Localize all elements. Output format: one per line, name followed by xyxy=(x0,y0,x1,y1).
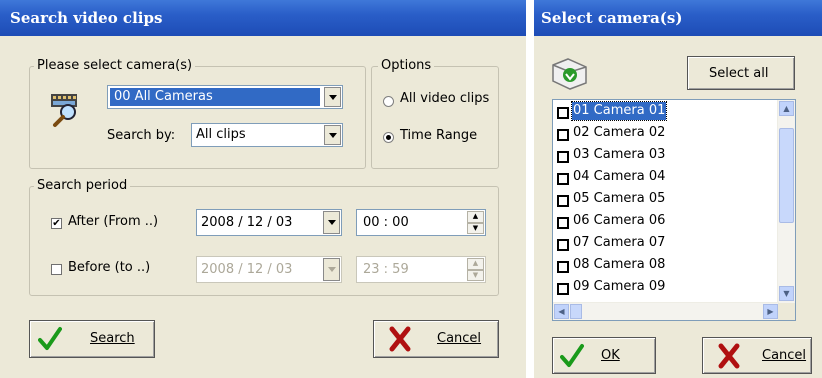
camera-checkbox[interactable] xyxy=(557,107,569,119)
scrollbar-corner xyxy=(778,303,795,320)
after-time-value: 00 : 00 xyxy=(363,215,409,230)
camera-label: 07 Camera 07 xyxy=(573,235,666,250)
camera-refresh-icon xyxy=(550,55,590,91)
cancel-button[interactable]: Cancel xyxy=(373,320,499,358)
camera-label: 09 Camera 09 xyxy=(573,279,666,294)
chevron-down-icon[interactable] xyxy=(323,211,340,234)
before-time-value: 23 : 59 xyxy=(363,262,409,277)
after-time-spinner[interactable]: 00 : 00 ▲ ▼ xyxy=(356,209,486,236)
scroll-left-icon[interactable]: ◀ xyxy=(554,304,569,319)
all-video-clips-label[interactable]: All video clips xyxy=(400,91,489,106)
spin-down-icon[interactable]: ▼ xyxy=(467,222,484,234)
before-date-picker[interactable]: 2008 / 12 / 03 xyxy=(196,256,342,283)
cancel-button-label: Cancel xyxy=(762,348,807,363)
camera-checkbox[interactable] xyxy=(557,173,569,185)
camera-checkbox[interactable] xyxy=(557,239,569,251)
camera-checkbox[interactable] xyxy=(557,195,569,207)
camera-label: 05 Camera 05 xyxy=(573,191,666,206)
before-date-value: 2008 / 12 / 03 xyxy=(201,262,293,277)
title-bar: Search video clips xyxy=(0,0,526,36)
before-label[interactable]: Before (to ..) xyxy=(68,260,150,275)
camera-label: 04 Camera 04 xyxy=(573,169,666,184)
camera-checkbox[interactable] xyxy=(557,261,569,273)
scroll-down-icon[interactable]: ▼ xyxy=(779,286,794,301)
after-date-picker[interactable]: 2008 / 12 / 03 xyxy=(196,209,342,236)
options-group xyxy=(371,66,499,169)
after-checkbox[interactable]: ✔ xyxy=(51,218,62,229)
camera-label: 01 Camera 01 xyxy=(570,101,668,121)
scroll-thumb[interactable] xyxy=(779,128,794,223)
cancel-button-label: Cancel xyxy=(437,331,482,346)
camera-dropdown-value: 00 All Cameras xyxy=(110,88,320,106)
checkmark-icon xyxy=(38,326,62,352)
before-checkbox[interactable] xyxy=(51,264,62,275)
checkmark-icon xyxy=(560,343,584,369)
ok-button[interactable]: OK xyxy=(552,337,656,374)
cancel-x-icon xyxy=(717,343,741,369)
search-video-clips-window: Search video clips Please select camera(… xyxy=(0,0,526,378)
search-by-value: All clips xyxy=(196,127,246,142)
camera-checkbox[interactable] xyxy=(557,129,569,141)
camera-group-legend: Please select camera(s) xyxy=(34,58,196,73)
after-date-value: 2008 / 12 / 03 xyxy=(201,215,293,230)
scroll-right-icon[interactable]: ▶ xyxy=(763,304,778,319)
all-video-clips-radio[interactable] xyxy=(383,96,394,107)
camera-dropdown[interactable]: 00 All Cameras xyxy=(107,85,343,109)
search-by-dropdown[interactable]: All clips xyxy=(191,123,343,147)
spin-up-icon[interactable]: ▲ xyxy=(467,211,484,223)
camera-label: 08 Camera 08 xyxy=(573,257,666,272)
horizontal-scrollbar[interactable]: ◀ ▶ xyxy=(553,302,779,320)
chevron-down-icon[interactable] xyxy=(323,258,340,281)
cancel-button[interactable]: Cancel xyxy=(702,337,812,374)
scroll-up-icon[interactable]: ▲ xyxy=(779,101,794,116)
spin-up-icon[interactable]: ▲ xyxy=(467,258,484,270)
scroll-thumb-horizontal[interactable] xyxy=(570,304,582,319)
select-cameras-window: Select camera(s) Select all 01 Camera 01… xyxy=(534,0,822,378)
camera-label: 06 Camera 06 xyxy=(573,213,666,228)
before-time-spinner[interactable]: 23 : 59 ▲ ▼ xyxy=(356,256,486,283)
time-range-label[interactable]: Time Range xyxy=(400,128,477,143)
ok-button-label: OK xyxy=(601,348,620,363)
search-period-legend: Search period xyxy=(34,178,131,193)
time-range-radio[interactable] xyxy=(383,132,394,143)
camera-label: 03 Camera 03 xyxy=(573,147,666,162)
cancel-x-icon xyxy=(388,326,412,352)
window-title: Search video clips xyxy=(10,9,163,27)
search-by-label: Search by: xyxy=(107,128,176,143)
title-bar: Select camera(s) xyxy=(534,0,822,36)
chevron-down-icon[interactable] xyxy=(324,87,341,107)
camera-checkbox[interactable] xyxy=(557,151,569,163)
chevron-down-icon[interactable] xyxy=(324,125,341,145)
select-all-button[interactable]: Select all xyxy=(687,56,795,90)
camera-search-icon xyxy=(50,92,86,128)
window-title: Select camera(s) xyxy=(541,9,683,27)
camera-checkbox[interactable] xyxy=(557,217,569,229)
camera-label: 02 Camera 02 xyxy=(573,125,666,140)
search-button-label: Search xyxy=(90,331,135,346)
search-button[interactable]: Search xyxy=(29,320,155,358)
options-group-legend: Options xyxy=(378,58,435,73)
camera-checkbox[interactable] xyxy=(557,283,569,295)
camera-list[interactable]: 01 Camera 01 02 Camera 02 03 Camera 03 0… xyxy=(552,99,796,321)
spin-down-icon[interactable]: ▼ xyxy=(467,269,484,281)
select-all-label: Select all xyxy=(709,66,769,81)
after-label[interactable]: After (From ..) xyxy=(68,214,158,229)
vertical-scrollbar[interactable]: ▲ ▼ xyxy=(777,100,795,303)
